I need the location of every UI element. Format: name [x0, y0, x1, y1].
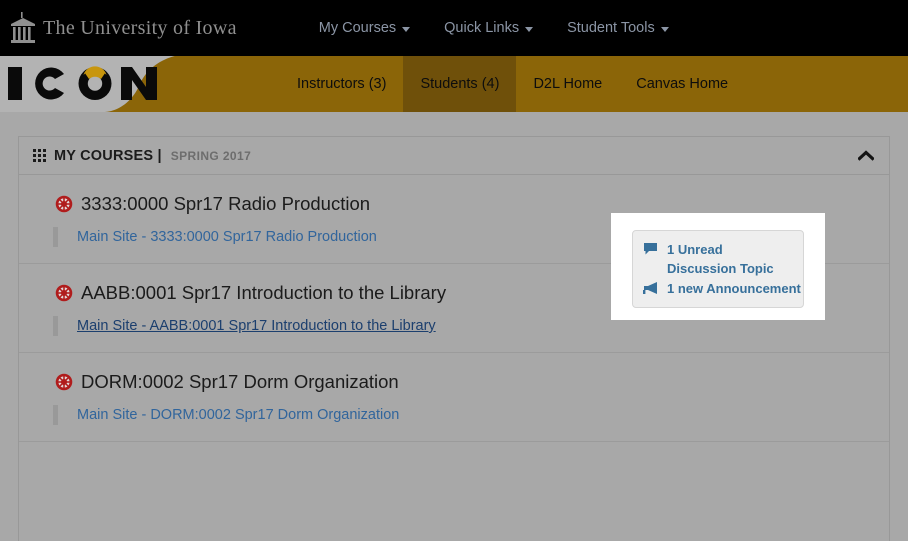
page-title: MY COURSES | — [54, 148, 162, 164]
course-seal-icon — [55, 284, 73, 302]
tab-d2l-home-label: D2L Home — [533, 76, 602, 92]
notification-text: 1 Unread Discussion Topic — [667, 240, 791, 278]
university-nav: My Courses Quick Links Student Tools — [319, 20, 669, 36]
tab-instructors[interactable]: Instructors (3) — [280, 56, 403, 112]
course-link-accent-bar — [53, 405, 58, 425]
course-link-accent-bar — [53, 227, 58, 247]
course-title: AABB:0001 Spr17 Introduction to the Libr… — [81, 282, 446, 304]
tab-students-label: Students (4) — [420, 76, 499, 92]
comment-icon — [643, 240, 660, 255]
term-label: SPRING 2017 — [171, 149, 251, 163]
chevron-down-icon — [402, 27, 410, 32]
course-main-site-link[interactable]: Main Site - DORM:0002 Spr17 Dorm Organiz… — [77, 407, 399, 423]
grid-3x3-icon — [33, 149, 46, 162]
course-seal-icon — [55, 373, 73, 391]
course-seal-icon — [55, 195, 73, 213]
chevron-down-icon — [661, 27, 669, 32]
nav-label-my-courses: My Courses — [319, 20, 396, 36]
course-title-row: 3333:0000 Spr17 Radio Production — [19, 193, 889, 215]
course-main-site-link[interactable]: Main Site - 3333:0000 Spr17 Radio Produc… — [77, 229, 377, 245]
nav-item-quick-links[interactable]: Quick Links — [444, 20, 533, 36]
course-title: DORM:0002 Spr17 Dorm Organization — [81, 371, 399, 393]
course-item: DORM:0002 Spr17 Dorm Organization Main S… — [19, 353, 889, 442]
icon-bar-tabs: Instructors (3) Students (4) D2L Home Ca… — [280, 56, 745, 112]
chevron-down-icon — [525, 27, 533, 32]
chevron-up-icon — [858, 150, 874, 161]
notification-item[interactable]: 1 new Announcement — [643, 279, 791, 298]
course-link-row: Main Site - DORM:0002 Spr17 Dorm Organiz… — [19, 405, 889, 425]
course-title: 3333:0000 Spr17 Radio Production — [81, 193, 370, 215]
nav-label-quick-links: Quick Links — [444, 20, 519, 36]
nav-item-student-tools[interactable]: Student Tools — [567, 20, 669, 36]
icon-app-bar: Instructors (3) Students (4) D2L Home Ca… — [0, 56, 908, 112]
nav-item-my-courses[interactable]: My Courses — [319, 20, 410, 36]
course-title-row: DORM:0002 Spr17 Dorm Organization — [19, 371, 889, 393]
tab-canvas-home[interactable]: Canvas Home — [619, 56, 745, 112]
megaphone-icon — [643, 279, 660, 294]
university-logo[interactable]: The University of Iowa — [8, 7, 237, 49]
university-logo-text: The University of Iowa — [43, 17, 237, 40]
university-columns-icon — [8, 11, 38, 45]
my-courses-card: MY COURSES | SPRING 2017 — [18, 136, 890, 541]
university-top-bar: The University of Iowa My Courses Quick … — [0, 0, 908, 56]
course-notifications-panel[interactable]: 1 Unread Discussion Topic 1 new Announce… — [632, 230, 804, 308]
page-root: The University of Iowa My Courses Quick … — [0, 0, 908, 541]
icon-brand-logo[interactable] — [6, 61, 181, 105]
my-courses-header: MY COURSES | SPRING 2017 — [19, 137, 889, 175]
tab-instructors-label: Instructors (3) — [297, 76, 386, 92]
notification-item[interactable]: 1 Unread Discussion Topic — [643, 240, 791, 278]
tab-canvas-home-label: Canvas Home — [636, 76, 728, 92]
tab-students[interactable]: Students (4) — [403, 56, 516, 112]
notification-text: 1 new Announcement — [667, 279, 801, 298]
collapse-panel-button[interactable] — [855, 145, 877, 167]
course-main-site-link[interactable]: Main Site - AABB:0001 Spr17 Introduction… — [77, 318, 436, 334]
tab-d2l-home[interactable]: D2L Home — [516, 56, 619, 112]
course-link-accent-bar — [53, 316, 58, 336]
nav-label-student-tools: Student Tools — [567, 20, 655, 36]
